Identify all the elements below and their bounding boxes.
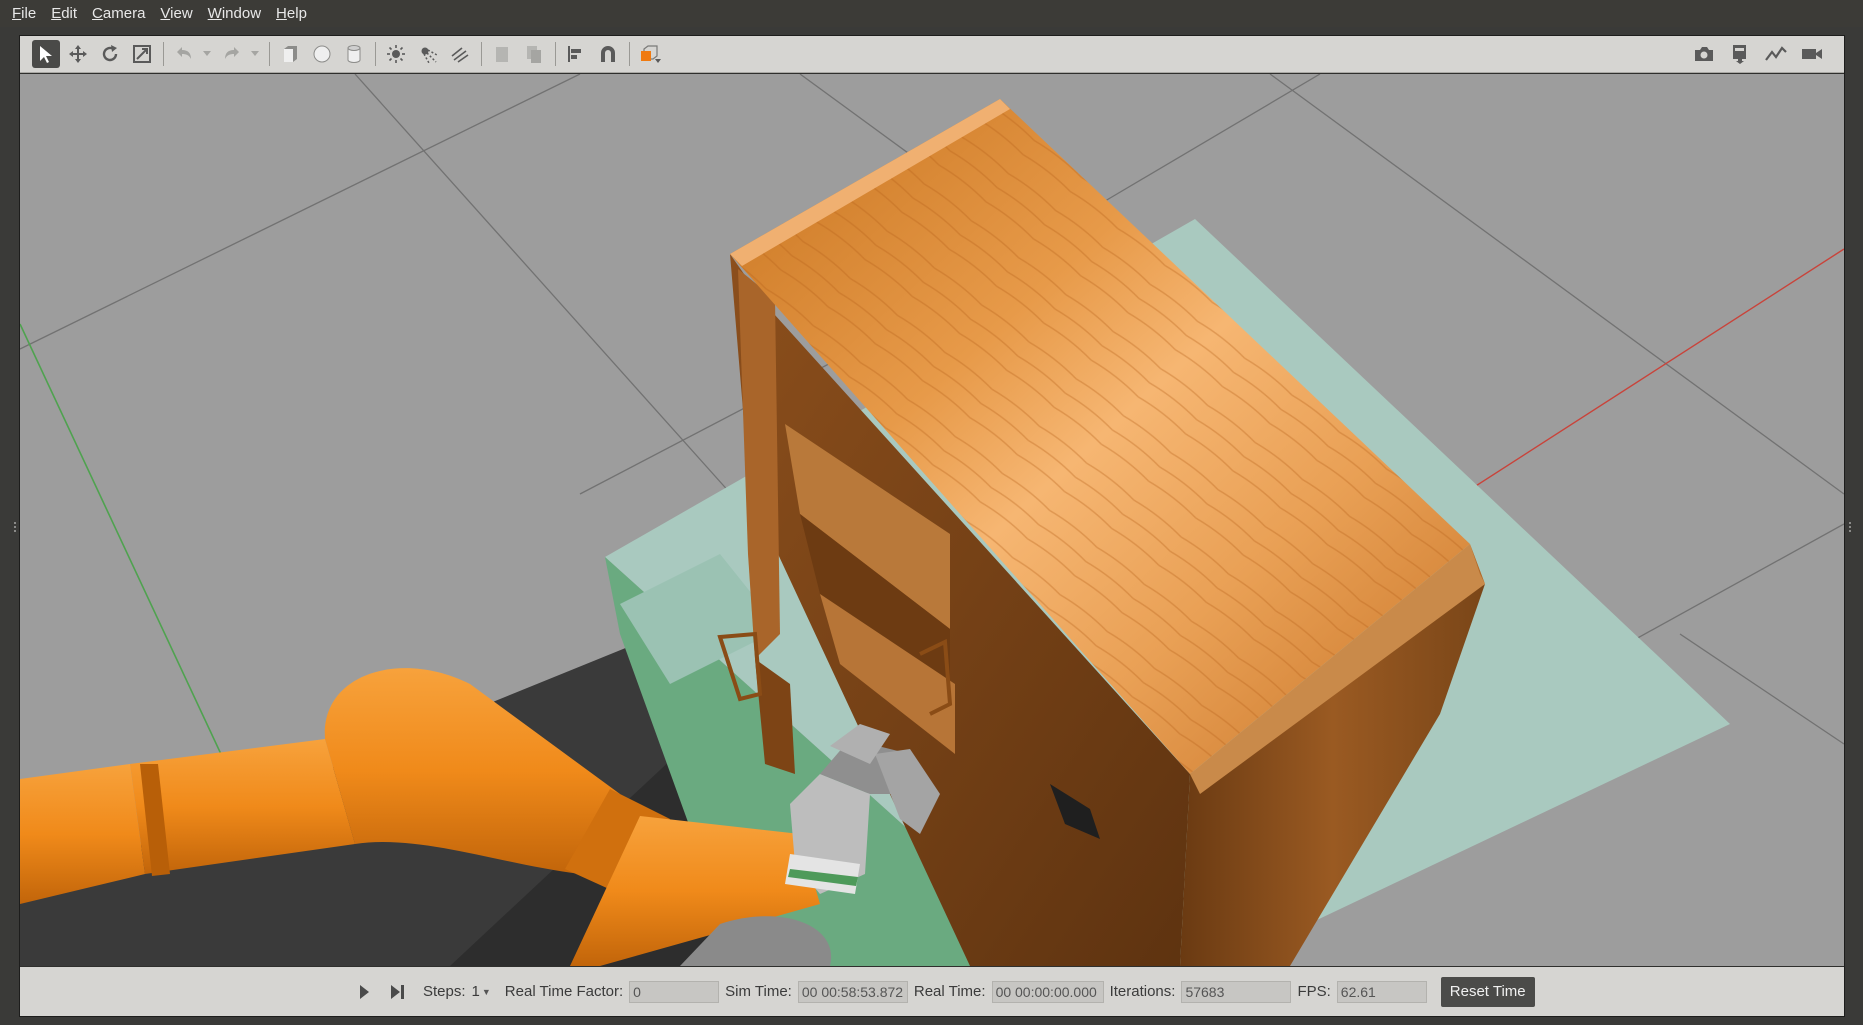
redo-icon — [225, 47, 239, 59]
real-time-label: Real Time: — [913, 983, 986, 1000]
menu-view[interactable]: View — [154, 5, 201, 22]
video-record-button[interactable] — [1798, 40, 1826, 68]
align-button[interactable] — [562, 40, 590, 68]
undo-history-dropdown[interactable] — [202, 40, 212, 68]
scene-render[interactable] — [20, 74, 1844, 966]
fps-label: FPS: — [1297, 983, 1331, 1000]
menu-window[interactable]: Window — [202, 5, 270, 22]
spot-light-icon — [421, 47, 438, 64]
spot-light-button[interactable] — [414, 40, 442, 68]
toolbar-separator — [375, 42, 376, 66]
status-bar: Steps: 1 ▼ Real Time Factor: 0 Sim Time:… — [20, 967, 1844, 1016]
steps-value[interactable]: 1 — [472, 983, 480, 1000]
steps-label: Steps: — [423, 983, 466, 1000]
rotate-icon — [102, 45, 118, 62]
insert-box-button[interactable] — [276, 40, 304, 68]
snap-button[interactable] — [594, 40, 622, 68]
chevron-down-icon — [251, 51, 259, 56]
translate-mode-button[interactable] — [64, 40, 92, 68]
cylinder-shape-icon — [347, 45, 361, 63]
scene-viewport[interactable] — [20, 74, 1844, 966]
log-button[interactable] — [1726, 40, 1754, 68]
view-angle-button[interactable] — [636, 40, 664, 68]
menu-camera[interactable]: Camera — [86, 5, 154, 22]
chevron-down-icon[interactable]: ▼ — [482, 987, 491, 997]
paste-button[interactable] — [520, 40, 548, 68]
menu-help[interactable]: Help — [270, 5, 316, 22]
insert-cylinder-button[interactable] — [340, 40, 368, 68]
sphere-shape-icon — [313, 45, 331, 63]
rotate-mode-button[interactable] — [96, 40, 124, 68]
play-button[interactable] — [355, 981, 373, 1003]
redo-history-dropdown[interactable] — [250, 40, 260, 68]
right-panel-handle[interactable] — [1848, 520, 1852, 536]
menu-file[interactable]: File — [6, 5, 45, 22]
point-light-icon — [387, 45, 405, 63]
toolbar-separator — [555, 42, 556, 66]
sim-time-label: Sim Time: — [725, 983, 792, 1000]
menu-edit[interactable]: Edit — [45, 5, 86, 22]
toolbar-separator — [163, 42, 164, 66]
toolbar-separator — [629, 42, 630, 66]
menu-bar: File Edit Camera View Window Help — [0, 0, 1863, 27]
real-time-factor-field: 0 — [629, 980, 720, 1003]
play-icon — [360, 984, 369, 999]
undo-icon — [177, 47, 191, 59]
point-light-button[interactable] — [382, 40, 410, 68]
step-forward-icon — [391, 984, 404, 999]
screenshot-camera-icon — [1695, 47, 1713, 61]
select-arrow-icon — [40, 46, 52, 63]
real-time-factor-label: Real Time Factor: — [504, 983, 624, 1000]
step-button[interactable] — [389, 981, 407, 1003]
scale-mode-button[interactable] — [128, 40, 156, 68]
scale-icon — [133, 45, 151, 63]
reset-time-button[interactable]: Reset Time — [1440, 976, 1535, 1007]
view-angle-icon — [641, 45, 661, 63]
toolbar-right-group — [1686, 40, 1830, 68]
directional-light-icon — [451, 47, 469, 63]
copy-button[interactable] — [488, 40, 516, 68]
plot-button[interactable] — [1762, 40, 1790, 68]
redo-button[interactable] — [218, 40, 246, 68]
left-panel-handle[interactable] — [13, 520, 17, 536]
sim-time-field: 00 00:58:53.872 — [797, 980, 908, 1003]
box-shape-icon — [284, 46, 297, 62]
toolbar-separator — [269, 42, 270, 66]
toolbar — [20, 36, 1844, 73]
video-record-icon — [1802, 49, 1822, 59]
screenshot-button[interactable] — [1690, 40, 1718, 68]
log-icon — [1733, 45, 1746, 64]
iterations-label: Iterations: — [1109, 983, 1176, 1000]
paste-icon — [527, 46, 541, 63]
snap-magnet-icon — [601, 46, 615, 62]
toolbar-separator — [481, 42, 482, 66]
select-mode-button[interactable] — [32, 40, 60, 68]
x-axis-line — [1439, 248, 1844, 510]
undo-button[interactable] — [170, 40, 198, 68]
real-time-field: 00 00:00:00.000 — [991, 980, 1104, 1003]
copy-icon — [496, 47, 508, 62]
insert-sphere-button[interactable] — [308, 40, 336, 68]
directional-light-button[interactable] — [446, 40, 474, 68]
plot-icon — [1765, 46, 1787, 61]
align-icon — [568, 46, 581, 62]
fps-field: 62.61 — [1336, 980, 1427, 1003]
chevron-down-icon — [203, 51, 211, 56]
translate-icon — [69, 45, 87, 63]
iterations-field: 57683 — [1181, 980, 1292, 1003]
